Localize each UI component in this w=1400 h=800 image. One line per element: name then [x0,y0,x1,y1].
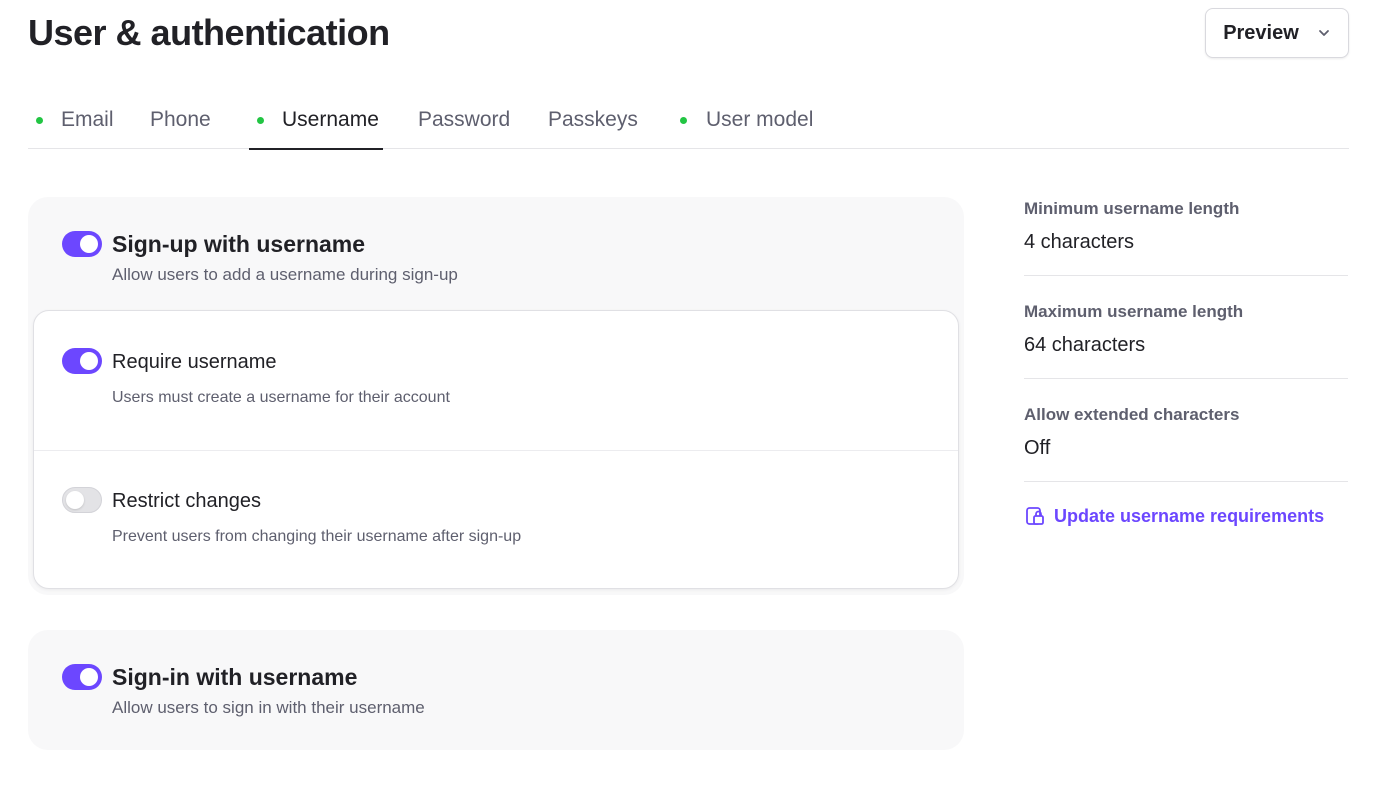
divider [1024,378,1348,379]
toggle-knob [66,491,84,509]
require-username-description: Users must create a username for their a… [112,389,450,406]
restrict-changes-toggle[interactable] [62,487,102,513]
tab-label: User model [706,107,814,131]
preview-label: Preview [1223,21,1299,44]
max-length-value: 64 characters [1024,334,1146,356]
tab-email[interactable]: Email [28,90,128,149]
tab-label: Passkeys [548,107,638,131]
tab-label: Phone [150,107,211,131]
signup-title: Sign-up with username [112,231,366,257]
divider [1024,275,1348,276]
require-username-title: Require username [112,351,277,373]
divider [34,450,958,451]
toggle-knob [80,668,98,686]
tab-user-model[interactable]: User model [672,90,832,149]
chevron-down-icon [1318,30,1329,36]
lock-edit-icon [1026,507,1044,525]
settings-tabs: Email Phone Username Password Passkeys U… [28,90,1349,150]
tab-username[interactable]: Username [249,90,383,150]
signin-title: Sign-in with username [112,664,358,690]
tab-label: Password [418,107,511,131]
require-username-toggle[interactable] [62,348,102,374]
signup-toggle[interactable] [62,231,102,257]
toggle-knob [80,352,98,370]
signup-options-panel: Require username Users must create a use… [33,310,959,589]
signin-card: Sign-in with username Allow users to sig… [28,630,964,750]
signin-toggle[interactable] [62,664,102,690]
min-length-value: 4 characters [1024,231,1135,253]
toggle-knob [80,235,98,253]
link-label: Update username requirements [1054,505,1325,526]
max-length-label: Maximum username length [1024,302,1244,321]
tab-passkeys[interactable]: Passkeys [548,90,658,149]
extended-chars-value: Off [1024,437,1051,459]
tab-label: Username [282,107,379,131]
page-title: User & authentication [28,12,390,53]
min-length-label: Minimum username length [1024,199,1240,218]
update-username-requirements-link[interactable]: Update username requirements [1024,505,1324,527]
tab-password[interactable]: Password [418,90,528,149]
signin-description: Allow users to sign in with their userna… [112,698,425,717]
restrict-changes-description: Prevent users from changing their userna… [112,528,522,545]
signup-description: Allow users to add a username during sig… [112,265,458,284]
tab-phone[interactable]: Phone [150,90,250,149]
divider [1024,481,1348,482]
status-dot-icon [257,117,264,124]
preview-dropdown-button[interactable]: Preview [1205,8,1349,58]
extended-chars-label: Allow extended characters [1024,405,1240,424]
status-dot-icon [36,117,43,124]
status-dot-icon [680,117,687,124]
restrict-changes-title: Restrict changes [112,490,261,512]
tab-label: Email [61,107,114,131]
